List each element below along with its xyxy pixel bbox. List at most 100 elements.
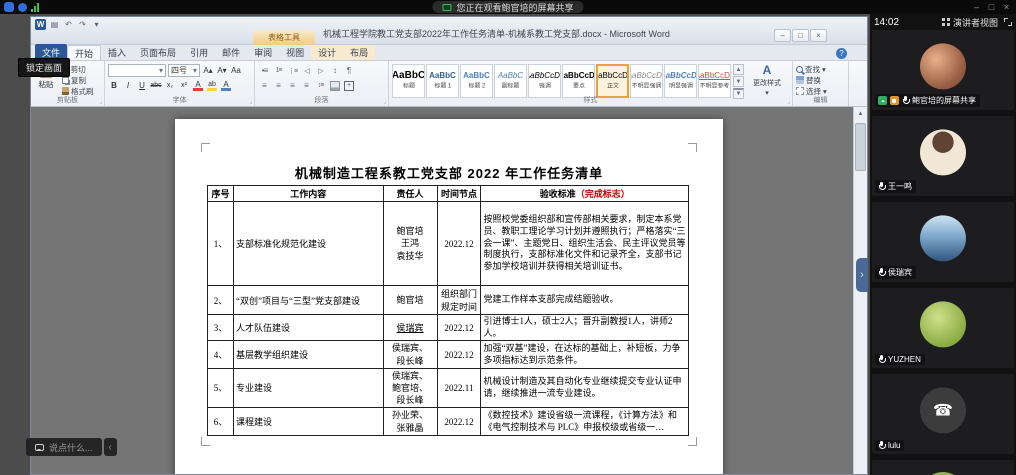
save-icon[interactable] [49,19,60,30]
text-effects-button[interactable]: A [220,79,232,92]
tab-home[interactable]: 开始 [67,45,101,60]
style-item-heading2[interactable]: AaBbC标题 2 [460,64,493,98]
line-spacing-button[interactable] [314,79,327,92]
style-item-normal-selected[interactable]: AaBbCcDd正文 [596,64,629,98]
participant-tile[interactable]: YUZHEN [872,288,1014,368]
numbering-button[interactable] [272,64,285,77]
italic-button[interactable]: I [122,79,134,92]
borders-button[interactable] [342,79,355,92]
style-item-subtle-emphasis[interactable]: AaBbCcDd不明显强调 [630,64,663,98]
align-center-button[interactable] [272,79,285,92]
col-header-no[interactable]: 序号 [208,186,234,202]
gallery-view-icon[interactable] [942,18,945,21]
word-minimize-button[interactable] [774,29,791,42]
chat-collapse-button[interactable] [104,438,117,456]
bold-button[interactable]: B [108,79,120,92]
participant-tile[interactable]: 侯瑞宾 [872,202,1014,282]
word-logo-icon[interactable]: W [35,19,46,30]
qat-dropdown-icon[interactable] [91,19,102,30]
style-item-title[interactable]: AaBbC标题 [392,64,425,98]
col-header-content[interactable]: 工作内容 [233,186,383,202]
scroll-up-icon[interactable] [854,107,867,120]
expand-panel-icon[interactable] [1004,18,1012,26]
subscript-button[interactable]: x₂ [164,79,176,92]
word-restore-button[interactable] [792,29,809,42]
tab-table-layout[interactable]: 布局 [343,45,375,60]
meeting-info-icon[interactable] [18,3,27,12]
panel-collapse-handle[interactable] [856,258,868,292]
find-button[interactable]: 查找 [796,64,845,74]
word-close-button[interactable] [810,29,827,42]
multilevel-list-button[interactable] [286,64,299,77]
redo-icon[interactable] [77,19,88,30]
editing-group-label: 编辑 [793,96,848,106]
styles-scroll-up-icon[interactable] [733,64,744,75]
clipboard-dialog-launcher-icon[interactable] [99,98,102,105]
microphone-icon [902,96,909,105]
align-left-button[interactable] [258,79,271,92]
styles-scroll-down-icon[interactable] [733,76,744,87]
participant-tile[interactable]: lulu [872,374,1014,454]
change-case-button[interactable]: Aa [230,64,242,77]
align-right-button[interactable] [286,79,299,92]
decrease-indent-button[interactable] [300,64,313,77]
highlight-button[interactable]: ab [206,79,218,92]
tab-mailings[interactable]: 邮件 [215,45,247,60]
style-item-intense-emphasis[interactable]: AaBbCcDc明显强调 [664,64,697,98]
font-color-button[interactable]: A [192,79,204,92]
maximize-button[interactable] [984,0,999,13]
grow-font-button[interactable]: A▴ [202,64,214,77]
undo-icon[interactable] [63,19,74,30]
format-painter-button[interactable]: 格式刷 [62,86,94,96]
justify-button[interactable] [300,79,313,92]
speaker-view-button[interactable]: 演讲者视图 [953,16,998,29]
tab-insert[interactable]: 插入 [101,45,133,60]
col-header-person[interactable]: 责任人 [383,186,437,202]
style-item-emphasis[interactable]: AaBbCcDd强调 [528,64,561,98]
shrink-font-button[interactable]: A▾ [216,64,228,77]
change-styles-button[interactable]: A 更改样式 [746,64,788,97]
scrollbar-thumb[interactable] [855,123,866,171]
chevron-down-icon [159,66,163,75]
chat-bubble-icon [35,444,44,451]
avatar [920,129,966,175]
styles-dialog-launcher-icon[interactable] [787,98,790,105]
tab-review[interactable]: 审阅 [247,45,279,60]
participant-tile[interactable] [872,460,1014,475]
microphone-icon [878,441,885,450]
person-link[interactable]: 侯瑞宾 [383,315,437,341]
increase-indent-button[interactable] [314,64,327,77]
network-signal-icon[interactable] [31,3,39,12]
font-dialog-launcher-icon[interactable] [249,98,252,105]
sort-button[interactable] [328,64,341,77]
tab-table-design[interactable]: 设计 [311,45,343,60]
document-heading[interactable]: 机械制造工程系教工党支部 2022 年工作任务清单 [175,163,723,182]
underline-button[interactable]: U [136,79,148,92]
tab-references[interactable]: 引用 [183,45,215,60]
minimize-button[interactable] [969,0,984,13]
shading-button[interactable] [328,79,341,92]
col-header-accept[interactable]: 验收标准（完成标志） [481,186,689,202]
tab-view[interactable]: 视图 [279,45,311,60]
close-button[interactable] [999,0,1014,13]
col-header-time[interactable]: 时间节点 [437,186,481,202]
show-marks-button[interactable] [342,64,355,77]
help-icon[interactable] [836,48,847,59]
style-item-strong[interactable]: AaBbCcDc要点 [562,64,595,98]
select-button[interactable]: 选择 [796,86,845,96]
encryption-shield-icon[interactable] [4,2,14,12]
font-name-combo[interactable] [108,64,166,77]
font-size-combo[interactable]: 四号 [168,64,200,77]
style-item-subtitle[interactable]: AaBbC副标题 [494,64,527,98]
style-item-heading1[interactable]: AaBbC标题 1 [426,64,459,98]
style-item-subtle-reference[interactable]: AaBbCcDo不明显参考 [698,64,731,98]
paragraph-dialog-launcher-icon[interactable] [383,98,386,105]
participant-tile[interactable]: 鲍官培的屏幕共享 [872,30,1014,110]
chat-input[interactable]: 说点什么... [26,438,102,456]
replace-button[interactable]: 替换 [796,75,845,85]
superscript-button[interactable]: x² [178,79,190,92]
strikethrough-button[interactable]: abc [150,79,162,92]
bullets-button[interactable] [258,64,271,77]
tab-page-layout[interactable]: 页面布局 [133,45,183,60]
participant-tile[interactable]: 王一鸣 [872,116,1014,196]
